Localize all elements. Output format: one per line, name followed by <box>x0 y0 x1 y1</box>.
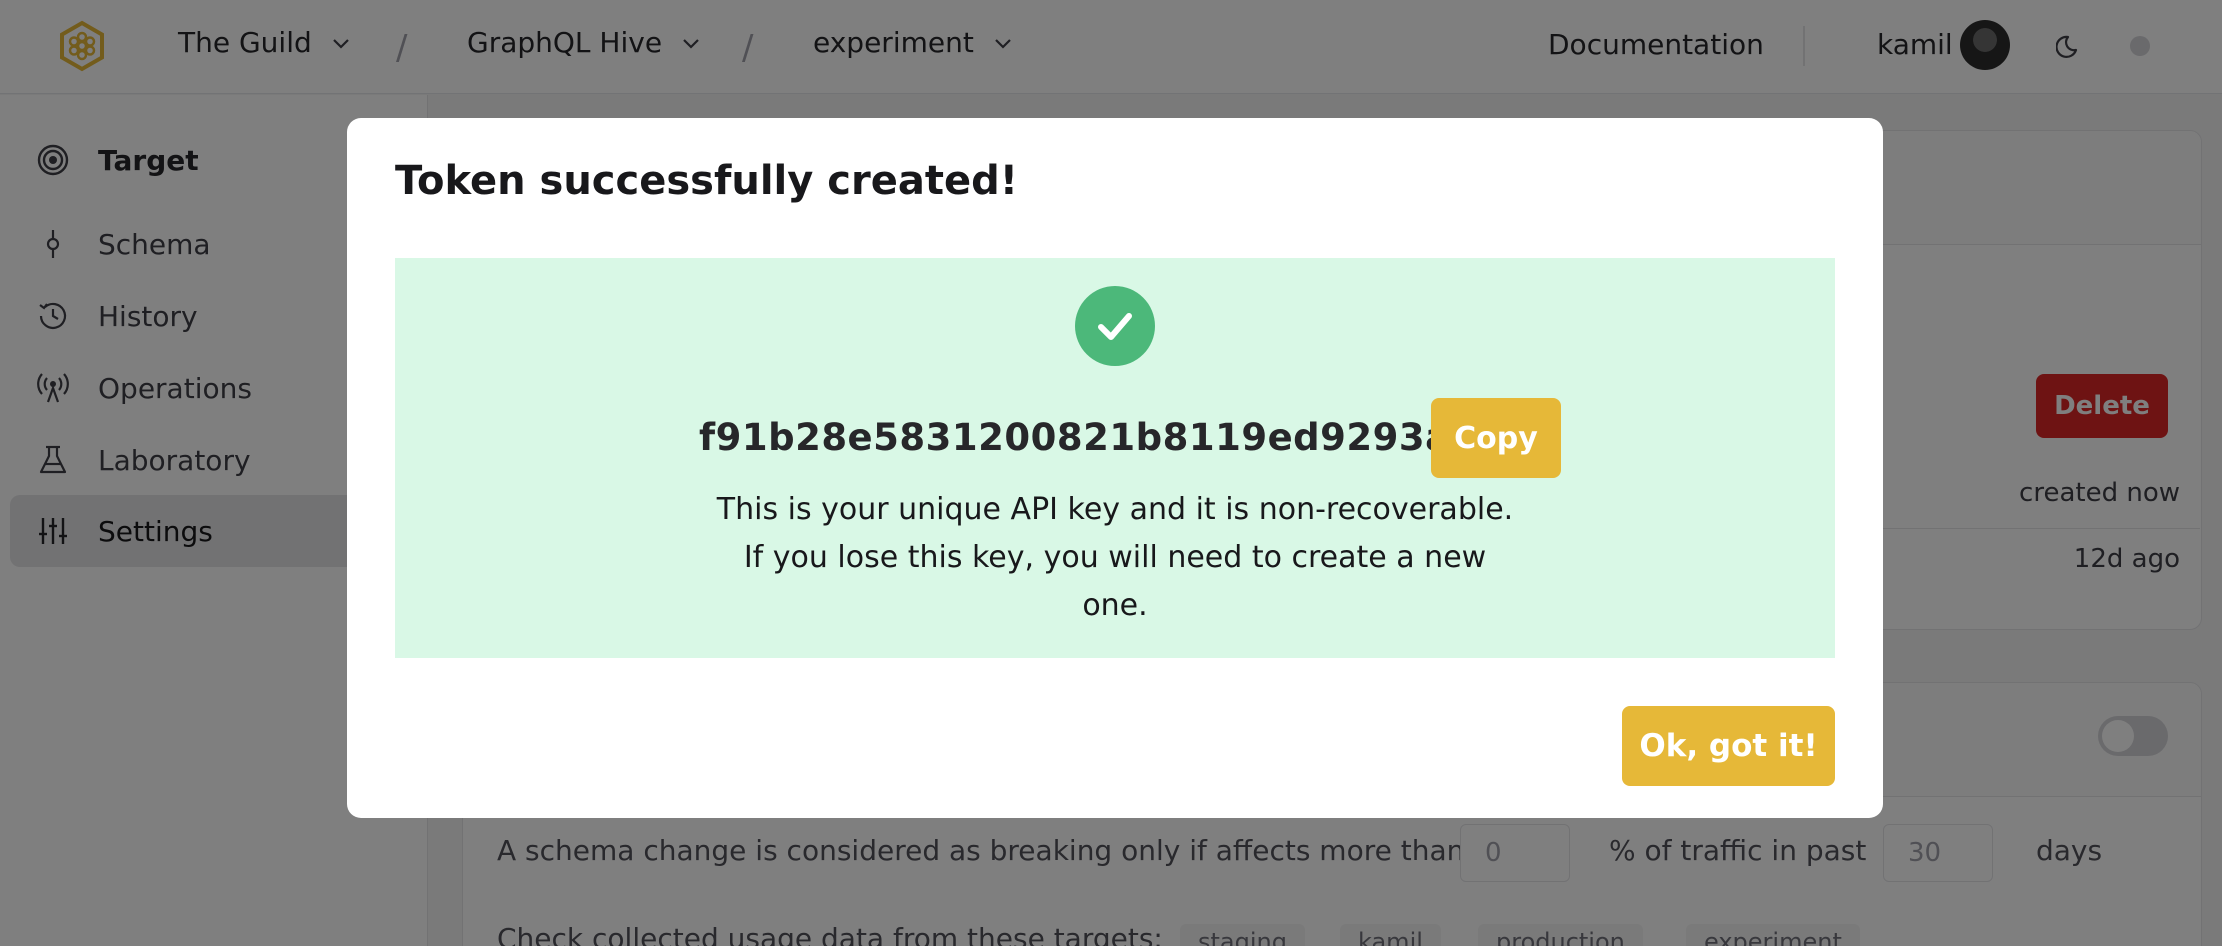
message-line: one. <box>1082 588 1148 623</box>
message-line: If you lose this key, you will need to c… <box>743 540 1487 575</box>
ok-got-it-button[interactable]: Ok, got it! <box>1622 706 1835 786</box>
checkmark-icon <box>1098 313 1132 340</box>
message-line: This is your unique API key and it is no… <box>716 492 1514 527</box>
success-panel: f91b28e5831200821b8119ed9293a3d8 Copy Th… <box>395 258 1835 658</box>
copy-button[interactable]: Copy <box>1431 398 1561 478</box>
token-created-modal: Token successfully created! f91b28e58312… <box>347 118 1883 818</box>
modal-title: Token successfully created! <box>395 158 1018 204</box>
check-circle-icon <box>1075 286 1155 366</box>
api-token-value: f91b28e5831200821b8119ed9293a3d8 <box>699 416 1531 459</box>
token-warning-message: This is your unique API key and it is no… <box>715 486 1515 630</box>
